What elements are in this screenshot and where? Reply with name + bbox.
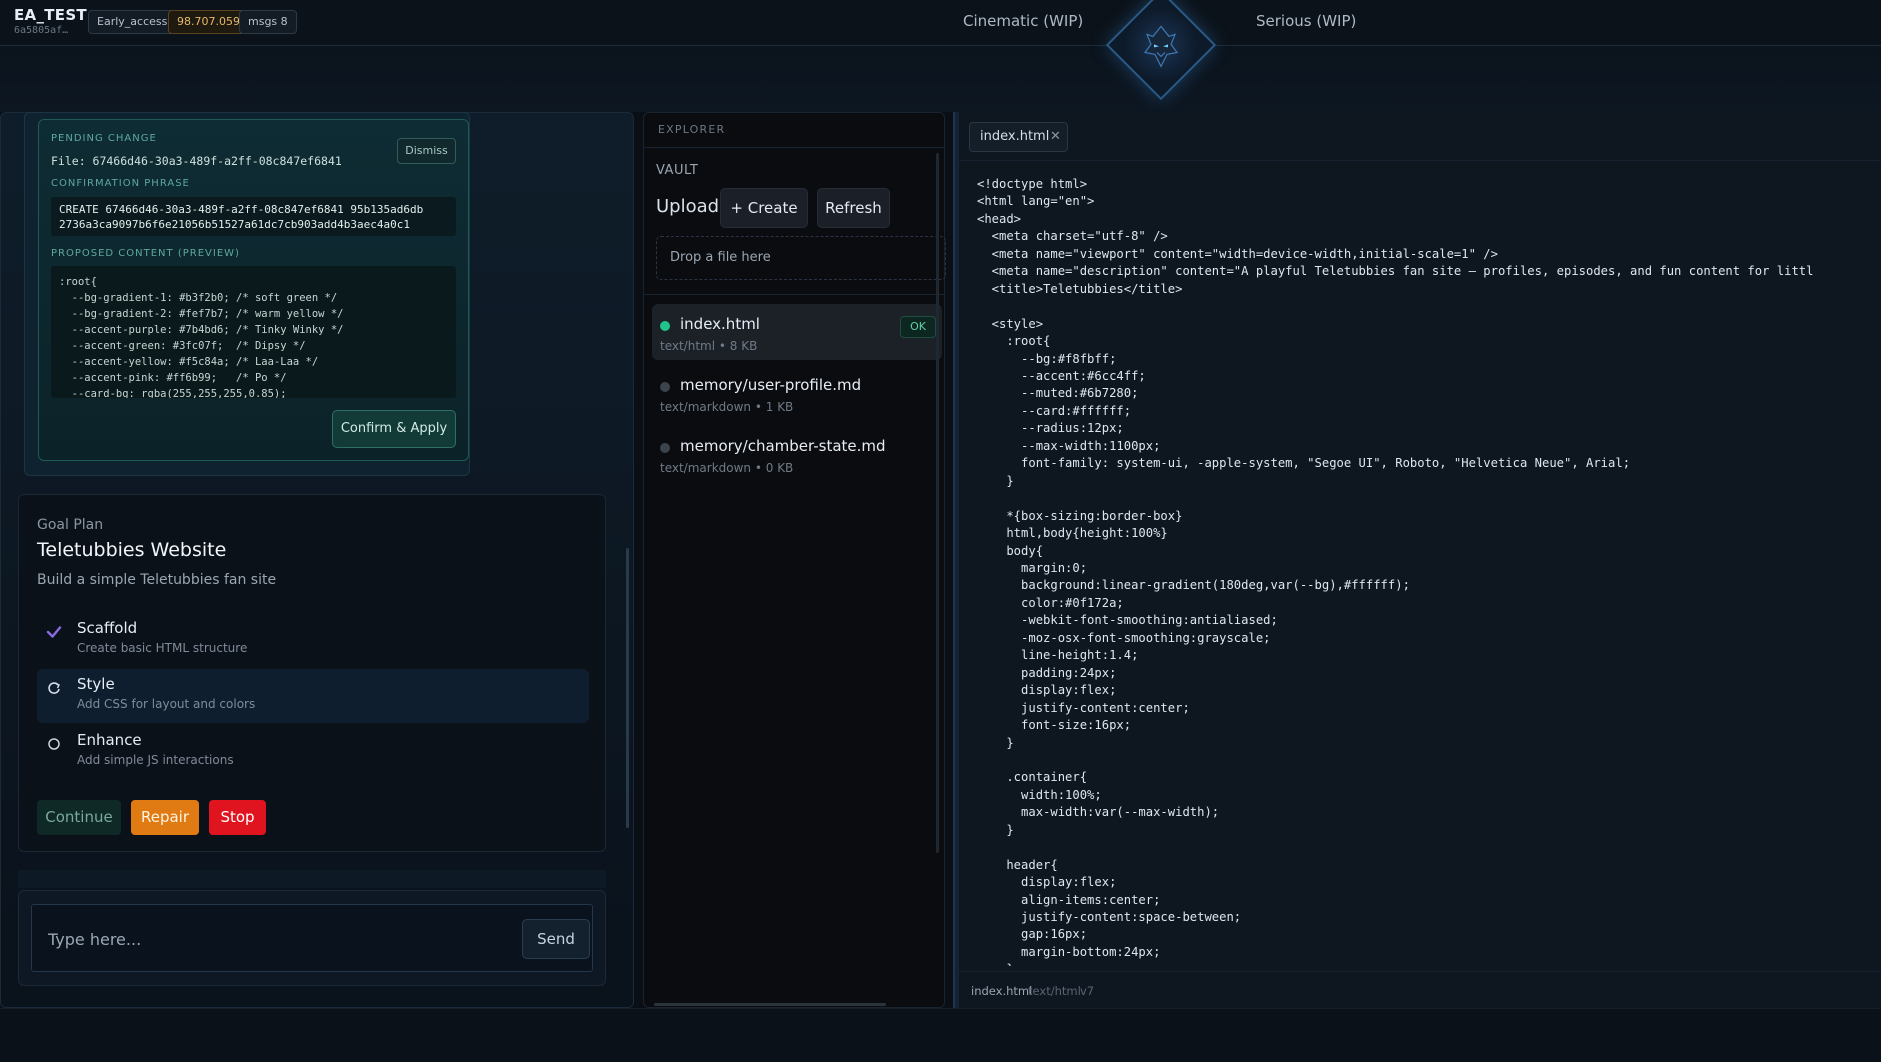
top-bar: EA_TEST 6a5805af… Early_access 98.707.05… [0,0,1881,46]
file-dropzone[interactable]: Drop a file here [656,236,946,280]
status-type: text/html [1028,984,1081,998]
vault-label: VAULT [656,163,699,178]
continue-button[interactable]: Continue [37,800,121,835]
pending-change-card: PENDING CHANGE File: 67466d46-30a3-489f-… [38,119,469,461]
divider [955,160,1881,161]
pending-file: File: 67466d46-30a3-489f-a2ff-08c847ef68… [51,154,342,168]
file-item-index-html[interactable]: index.html text/html • 8 KB OK [652,304,942,360]
message-input[interactable] [48,928,468,950]
access-pill[interactable]: Early_access [88,10,177,34]
file-meta: text/html • 8 KB [660,339,758,353]
explorer-header: EXPLORER [658,123,726,136]
step-title: Enhance [77,731,142,749]
credits-pill[interactable]: 98.707.059 [168,10,249,34]
warrior-icon [1143,25,1179,68]
pending-change-label: PENDING CHANGE [51,133,157,144]
file-status-dot [660,321,670,331]
goal-plan-kicker: Goal Plan [37,517,104,533]
mode-serious[interactable]: Serious (WIP) [1256,12,1356,30]
status-version: v7 [1080,984,1095,998]
mode-cinematic[interactable]: Cinematic (WIP) [963,12,1083,30]
send-button[interactable]: Send [522,919,590,959]
explorer-panel: EXPLORER VAULT Upload + Create Refresh D… [643,112,946,1008]
file-item-user-profile[interactable]: memory/user-profile.md text/markdown • 1… [652,365,942,421]
step-enhance[interactable]: Enhance Add simple JS interactions [37,725,589,779]
status-file: index.html [971,984,1033,998]
divider [955,971,1881,972]
chat-divider [18,870,606,888]
file-status-dot [660,443,670,453]
tab-label: index.html [980,129,1050,144]
circle-icon [48,738,60,750]
repair-button[interactable]: Repair [131,800,199,835]
proposed-content-label: PROPOSED CONTENT (PREVIEW) [51,248,240,259]
close-icon[interactable]: ✕ [1050,123,1061,151]
brand-name: EA_TEST [14,6,87,24]
editor-gutter [955,112,959,1008]
refresh-button[interactable]: Refresh [817,188,890,228]
file-meta: text/markdown • 0 KB [660,461,794,475]
step-subtitle: Create basic HTML structure [77,641,248,655]
explorer-scrollbar[interactable] [936,153,939,853]
file-name: index.html [680,315,760,333]
composer-frame: Send [31,904,593,972]
header-band [0,46,1881,112]
brand-id: 6a5805af… [14,25,69,36]
status-badge: OK [900,316,936,338]
file-status-dot [660,382,670,392]
confirmation-phrase[interactable]: CREATE 67466d46-30a3-489f-a2ff-08c847ef6… [51,197,456,236]
explorer-hscrollbar[interactable] [654,1003,886,1006]
chat-scrollbar[interactable] [626,548,629,828]
step-style[interactable]: Style Add CSS for layout and colors [37,669,589,723]
spinner-icon [48,682,60,694]
goal-description: Build a simple Teletubbies fan site [37,572,277,588]
code-editor: index.html ✕ <!doctype html> <html lang=… [953,112,1881,1008]
check-icon [46,626,62,638]
code-content[interactable]: <!doctype html> <html lang="en"> <head> … [977,176,1877,966]
step-title: Scaffold [77,619,138,637]
file-item-chamber-state[interactable]: memory/chamber-state.md text/markdown • … [652,426,942,482]
confirm-apply-button[interactable]: Confirm & Apply [332,410,456,448]
goal-plan-card: Goal Plan Teletubbies Website Build a si… [18,494,606,852]
file-name: memory/user-profile.md [680,376,862,394]
file-meta: text/markdown • 1 KB [660,400,794,414]
brand: EA_TEST 6a5805af… [14,6,87,36]
confirmation-phrase-label: CONFIRMATION PHRASE [51,178,190,189]
tab-index-html[interactable]: index.html ✕ [969,122,1068,152]
divider [644,294,944,295]
create-button[interactable]: + Create [720,188,808,228]
upload-button[interactable]: Upload [656,196,719,217]
file-name: memory/chamber-state.md [680,437,886,455]
stop-button[interactable]: Stop [209,800,266,835]
step-title: Style [77,675,115,693]
footer-band [0,1008,1881,1062]
message-composer: Send [18,890,606,986]
messages-pill[interactable]: msgs 8 [239,10,297,34]
dismiss-button[interactable]: Dismiss [397,138,456,164]
proposed-content-preview[interactable]: :root{ --bg-gradient-1: #b3f2b0; /* soft… [51,266,456,398]
step-scaffold[interactable]: Scaffold Create basic HTML structure [37,613,589,667]
goal-title: Teletubbies Website [37,539,227,561]
step-subtitle: Add simple JS interactions [77,753,234,767]
step-subtitle: Add CSS for layout and colors [77,697,256,711]
divider [644,147,944,148]
